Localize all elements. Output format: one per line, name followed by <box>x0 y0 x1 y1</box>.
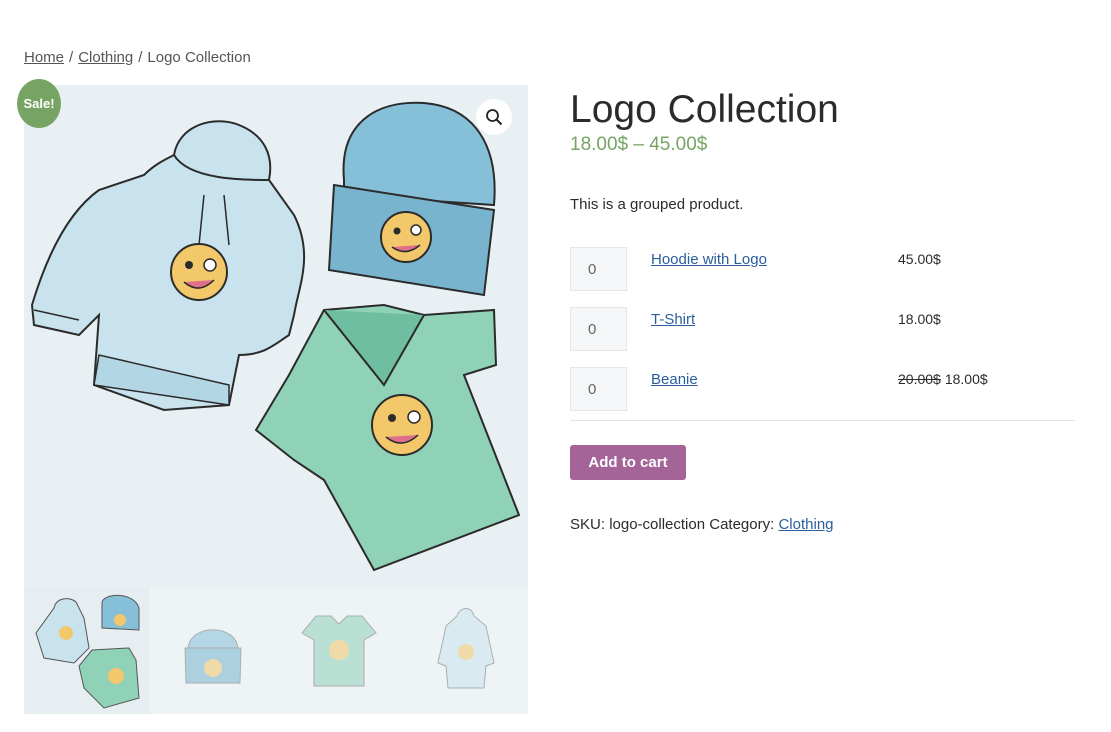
grouped-row-tshirt: 0 T-Shirt 18.00$ <box>570 306 1075 366</box>
grouped-row-hoodie: 0 Hoodie with Logo 45.00$ <box>570 246 1075 306</box>
thumbnail-tshirt-image <box>301 615 377 687</box>
grouped-products-table: 0 Hoodie with Logo 45.00$ 0 T-Shirt 18.0… <box>570 246 1075 426</box>
category-link-clothing[interactable]: Clothing <box>778 516 833 533</box>
product-gallery <box>24 85 528 714</box>
magnifier-icon <box>486 109 503 126</box>
thumbnail-tshirt[interactable] <box>276 588 402 714</box>
tshirt-illustration <box>254 303 521 572</box>
thumbnail-strip <box>24 588 528 714</box>
thumbnail-beanie[interactable] <box>150 588 276 714</box>
breadcrumb-clothing-link[interactable]: Clothing <box>78 49 133 66</box>
current-price: 18.00$ <box>898 311 941 327</box>
breadcrumb-home-link[interactable]: Home <box>24 49 64 66</box>
thumbnail-logo-collection[interactable] <box>24 588 150 714</box>
product-summary: Logo Collection 18.00$ – 45.00$ This is … <box>570 88 1075 533</box>
thumbnail-hoodie-image <box>437 608 495 689</box>
grouped-row-beanie: 0 Beanie 20.00$ 18.00$ <box>570 366 1075 426</box>
breadcrumb-separator: / <box>138 49 143 66</box>
quantity-input-beanie[interactable]: 0 <box>570 367 627 411</box>
product-link-tshirt[interactable]: T-Shirt <box>651 311 695 328</box>
thumbnail-hoodie[interactable] <box>402 588 528 714</box>
price-hoodie: 45.00$ <box>898 251 941 267</box>
product-link-hoodie-with-logo[interactable]: Hoodie with Logo <box>651 251 767 268</box>
price-range: 18.00$ – 45.00$ <box>570 134 708 155</box>
product-illustration <box>30 101 521 572</box>
beanie-illustration <box>327 101 496 297</box>
current-price: 18.00$ <box>944 371 988 387</box>
divider <box>570 420 1075 421</box>
quantity-input-tshirt[interactable]: 0 <box>570 307 627 351</box>
product-title: Logo Collection <box>570 88 839 131</box>
product-link-beanie[interactable]: Beanie <box>651 371 698 388</box>
sku-label: SKU: <box>570 516 606 533</box>
current-price: 45.00$ <box>898 251 941 267</box>
product-meta: SKU: logo-collection Category: Clothing <box>570 516 834 533</box>
hoodie-illustration <box>30 120 306 412</box>
quantity-input-hoodie[interactable]: 0 <box>570 247 627 291</box>
breadcrumb-separator: / <box>69 49 74 66</box>
sale-badge: Sale! <box>17 79 61 128</box>
sku-value: logo-collection <box>609 516 706 533</box>
price-tshirt: 18.00$ <box>898 311 941 327</box>
zoom-button[interactable] <box>476 99 512 135</box>
main-product-image[interactable] <box>24 85 528 588</box>
breadcrumb: Home / Clothing / Logo Collection <box>24 49 251 66</box>
old-price: 20.00$ <box>898 371 941 387</box>
thumbnail-beanie-image <box>184 629 242 684</box>
breadcrumb-current: Logo Collection <box>147 49 251 66</box>
thumbnail-collection-image <box>35 594 140 709</box>
add-to-cart-button[interactable]: Add to cart <box>570 445 686 480</box>
product-description: This is a grouped product. <box>570 196 744 213</box>
category-label: Category: <box>709 516 775 533</box>
price-beanie: 20.00$ 18.00$ <box>898 371 988 387</box>
